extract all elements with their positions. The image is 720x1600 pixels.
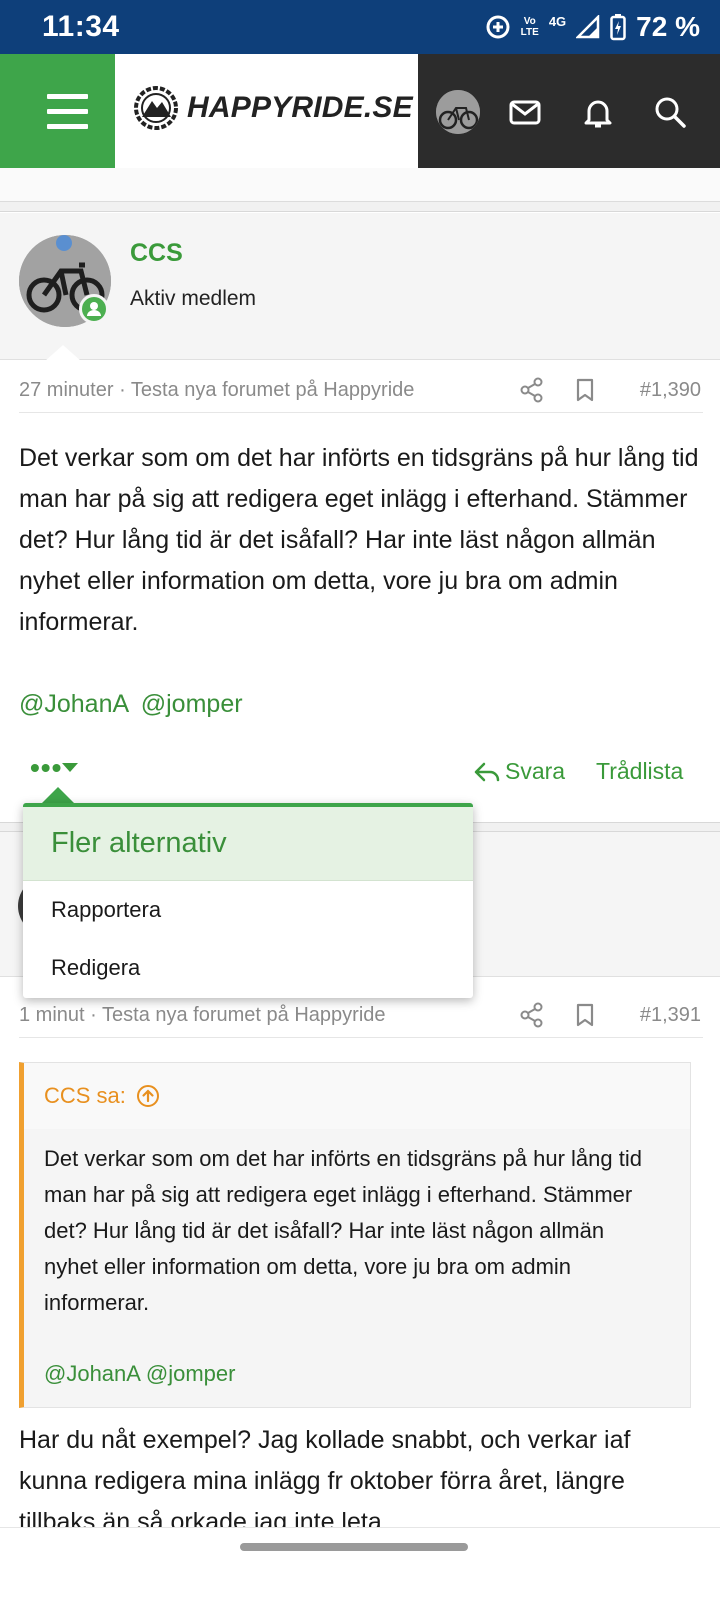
post-user-bar: CCS Aktiv medlem [0,213,720,361]
battery-icon [610,14,626,41]
post-pointer [45,345,81,361]
menu-pointer [42,787,74,803]
menu-item-report[interactable]: Rapportera [23,881,473,939]
volte-icon: Vo LTE [520,16,539,38]
mention-link[interactable]: @JohanA [19,690,128,718]
post-body: Har du nåt exempel? Jag kollade snabbt, … [19,1426,631,1536]
clock: 11:34 [42,10,120,43]
post-time[interactable]: 27 minuter [19,379,114,401]
share-icon[interactable] [519,377,545,403]
content-top-strip [0,168,720,202]
header-avatar[interactable] [436,90,480,134]
home-gesture-handle[interactable] [240,1543,468,1551]
thread-list-button[interactable]: Trådlista [596,758,683,785]
bike-avatar-icon [436,90,480,134]
quote-mentions: @JohanA @jomper [44,1361,235,1387]
search-icon[interactable] [652,94,688,130]
thread-title[interactable]: Testa nya forumet på Happyride [131,379,415,401]
arrow-up-circle-icon [136,1085,159,1107]
mail-icon[interactable] [507,94,543,130]
user-title: Aktiv medlem [130,287,257,310]
menu-button[interactable] [0,54,115,168]
more-options-button[interactable]: ••• [30,752,62,784]
mention-link[interactable]: @jomper [141,690,243,718]
bookmark-icon[interactable] [572,1002,598,1028]
post-time[interactable]: 1 minut [19,1004,85,1026]
chevron-down-icon [62,763,78,772]
more-options-menu: Fler alternativ Rapportera Redigera [23,803,473,998]
hamburger-icon [47,94,88,99]
quote-header: CCS sa: [24,1063,690,1129]
quote-block: CCS sa: Det verkar som om det har infört… [19,1062,691,1408]
post-number[interactable]: #1,391 [640,1004,701,1027]
menu-item-edit[interactable]: Redigera [23,939,473,997]
network-type: 4G [548,13,567,29]
site-name: HAPPYRIDE.SE [187,91,413,124]
reply-icon [474,762,500,781]
online-status-icon [79,294,109,324]
share-icon[interactable] [519,1002,545,1028]
site-header: HAPPYRIDE.SE [0,54,720,168]
reply-button[interactable]: Svara [473,758,565,785]
quote-author-link[interactable]: CCS sa: [44,1083,160,1109]
quote-author: CCS sa: [44,1083,126,1108]
post-meta: 27 minuter · Testa nya forumet på Happyr… [19,369,703,413]
data-saver-icon [486,15,510,39]
quote-text: Det verkar som om det har införts en tid… [44,1146,642,1315]
mention-link[interactable]: @JohanA [44,1361,140,1386]
menu-title: Fler alternativ [23,807,473,881]
battery-percent: 72 % [636,11,700,42]
bookmark-icon[interactable] [572,377,598,403]
reply-label: Svara [505,758,566,784]
username[interactable]: CCS [130,239,183,268]
post-divider [0,202,720,212]
thread-title[interactable]: Testa nya forumet på Happyride [102,1004,386,1026]
system-icons: Vo LTE 4G 72 % [485,8,700,46]
post-meta: 1 minut · Testa nya forumet på Happyride… [19,994,703,1038]
logo-mountain-icon [134,86,178,130]
mention-link[interactable]: @jomper [146,1361,236,1386]
post-number[interactable]: #1,390 [640,379,701,402]
bell-icon[interactable] [580,94,616,130]
signal-icon [576,15,600,39]
status-bar: 11:34 Vo LTE 4G 72 % [0,0,720,54]
post-body: Det verkar som om det har införts en tid… [19,444,699,636]
gesture-bar-area [0,1527,720,1600]
site-logo[interactable]: HAPPYRIDE.SE [115,54,418,168]
post-mentions: @JohanA @jomper [19,690,243,719]
